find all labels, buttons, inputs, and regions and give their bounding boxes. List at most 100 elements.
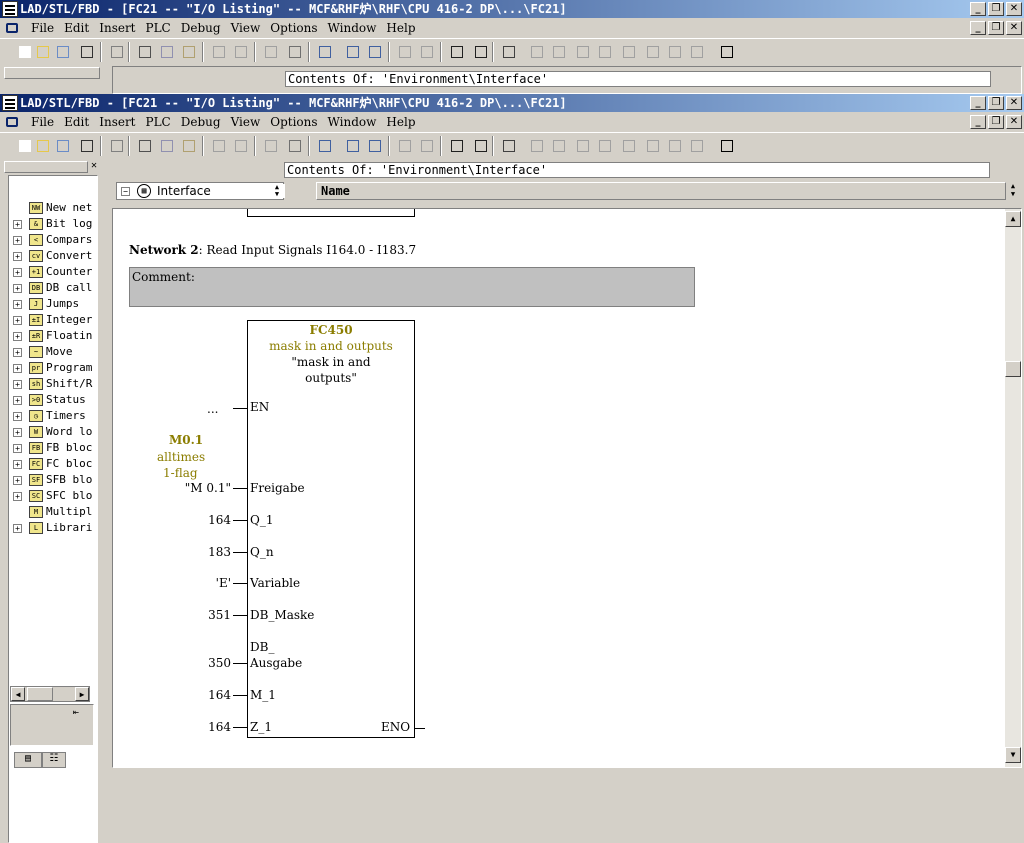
menu-file[interactable]: File	[26, 115, 59, 130]
expand-icon[interactable]: +	[13, 396, 22, 405]
catalog-hscrollbar[interactable]: ◀ ▶	[10, 686, 90, 702]
empty-box-icon[interactable]	[666, 43, 684, 61]
cut-icon[interactable]	[136, 137, 154, 155]
catalog-grip[interactable]	[4, 161, 88, 173]
mdi-minimize-button[interactable]: _	[970, 115, 986, 129]
branch-close-icon[interactable]	[644, 137, 662, 155]
document-icon[interactable]	[6, 117, 18, 127]
scroll-left-icon[interactable]: ◀	[11, 687, 25, 701]
close-button[interactable]: ✕	[1006, 96, 1022, 110]
glasses-icon[interactable]	[366, 137, 384, 155]
menu-window[interactable]: Window	[323, 21, 382, 36]
overview-icon[interactable]	[448, 137, 466, 155]
expand-icon[interactable]: +	[13, 460, 22, 469]
restore-button[interactable]: ❐	[988, 96, 1004, 110]
en-value[interactable]: ...	[207, 402, 218, 416]
tree-item[interactable]: M Multipl	[9, 504, 99, 520]
menu-view[interactable]: View	[226, 115, 266, 130]
expand-icon[interactable]: +	[13, 252, 22, 261]
tree-item[interactable]: + ◷ Timers	[9, 408, 99, 424]
expand-icon[interactable]: +	[13, 492, 22, 501]
expand-icon[interactable]: +	[13, 300, 22, 309]
menu-plc[interactable]: PLC	[141, 115, 176, 130]
undo-icon[interactable]	[210, 137, 228, 155]
minimize-button[interactable]: _	[970, 96, 986, 110]
new-icon[interactable]	[16, 137, 34, 155]
tree-item[interactable]: + pr Program	[9, 360, 99, 376]
next-icon[interactable]	[418, 137, 436, 155]
mdi-minimize-button[interactable]: _	[970, 21, 986, 35]
scroll-down-icon[interactable]: ▼	[1005, 747, 1021, 763]
tree-item[interactable]: + SC SFC blo	[9, 488, 99, 504]
expand-icon[interactable]: +	[13, 412, 22, 421]
contact-icon[interactable]	[574, 137, 592, 155]
menu-insert[interactable]: Insert	[94, 115, 140, 130]
and-box-icon[interactable]	[528, 137, 546, 155]
prev-network-icon[interactable]	[344, 137, 362, 155]
expand-icon[interactable]: +	[13, 268, 22, 277]
tree-item[interactable]: + FC FC bloc	[9, 456, 99, 472]
redo-icon[interactable]	[232, 43, 250, 61]
tree-item[interactable]: + DB DB call	[9, 280, 99, 296]
network-icon[interactable]	[54, 137, 72, 155]
network-title[interactable]: Network 2: Read Input Signals I164.0 - I…	[129, 243, 416, 257]
network-comment[interactable]: Comment:	[129, 267, 695, 307]
redo-icon[interactable]	[232, 137, 250, 155]
scroll-thumb[interactable]	[27, 687, 53, 701]
scroll-right-icon[interactable]: ▶	[75, 687, 89, 701]
pin-value[interactable]: 183	[208, 545, 231, 559]
mdi-close-button[interactable]: ✕	[1006, 115, 1022, 129]
overview-icon[interactable]	[448, 43, 466, 61]
collapse-icon[interactable]: −	[121, 187, 130, 196]
menu-help[interactable]: Help	[381, 115, 420, 130]
copy-icon[interactable]	[158, 43, 176, 61]
menu-debug[interactable]: Debug	[176, 115, 226, 130]
empty-box-icon[interactable]	[666, 137, 684, 155]
close-button[interactable]: ✕	[1006, 2, 1022, 16]
prev-network-icon[interactable]	[344, 43, 362, 61]
zoom-icon[interactable]	[472, 137, 490, 155]
menu-file[interactable]: File	[26, 21, 59, 36]
expand-icon[interactable]: +	[13, 428, 22, 437]
name-column-header[interactable]: Name	[316, 182, 1006, 200]
copy-icon[interactable]	[158, 137, 176, 155]
expand-icon[interactable]: +	[13, 524, 22, 533]
branch-open-icon[interactable]	[620, 43, 638, 61]
zoom-icon[interactable]	[472, 43, 490, 61]
expand-icon[interactable]: +	[13, 284, 22, 293]
menu-window[interactable]: Window	[323, 115, 382, 130]
catalog-close-icon[interactable]: ✕	[88, 160, 100, 172]
paste-icon[interactable]	[180, 137, 198, 155]
interface-tree[interactable]: − ▦ Interface ▲ ▼	[116, 182, 285, 200]
menu-help[interactable]: Help	[381, 21, 420, 36]
download-icon[interactable]	[262, 137, 280, 155]
menu-insert[interactable]: Insert	[94, 21, 140, 36]
pin-value[interactable]: 350	[208, 656, 231, 670]
new-icon[interactable]	[16, 43, 34, 61]
select-icon[interactable]	[316, 137, 334, 155]
coil-icon[interactable]	[596, 137, 614, 155]
tree-item[interactable]: + sh Shift/R	[9, 376, 99, 392]
expand-icon[interactable]: +	[13, 444, 22, 453]
expand-icon[interactable]: +	[13, 332, 22, 341]
tree-item[interactable]: + < Compars	[9, 232, 99, 248]
mdi-close-button[interactable]: ✕	[1006, 21, 1022, 35]
branch-open-icon[interactable]	[620, 137, 638, 155]
menu-debug[interactable]: Debug	[176, 21, 226, 36]
save-icon[interactable]	[78, 43, 96, 61]
tree-item[interactable]: + cv Convert	[9, 248, 99, 264]
tab-call-structure-icon[interactable]: ☷	[42, 752, 66, 768]
pin-value[interactable]: 'E'	[216, 576, 231, 590]
tree-item[interactable]: + ±I Integer	[9, 312, 99, 328]
glasses-icon[interactable]	[366, 43, 384, 61]
expand-icon[interactable]: +	[13, 364, 22, 373]
open-icon[interactable]	[34, 137, 52, 155]
menu-edit[interactable]: Edit	[59, 115, 94, 130]
tree-item[interactable]: NW New net	[9, 200, 99, 216]
pin-value[interactable]: 164	[208, 513, 231, 527]
scroll-up-icon[interactable]: ▲	[1005, 211, 1021, 227]
editor-vscrollbar[interactable]: ▲ ▼	[1005, 209, 1021, 767]
header-spin-icon[interactable]: ▲ ▼	[1006, 182, 1020, 200]
tree-item[interactable]: + FB FB bloc	[9, 440, 99, 456]
download-icon[interactable]	[262, 43, 280, 61]
